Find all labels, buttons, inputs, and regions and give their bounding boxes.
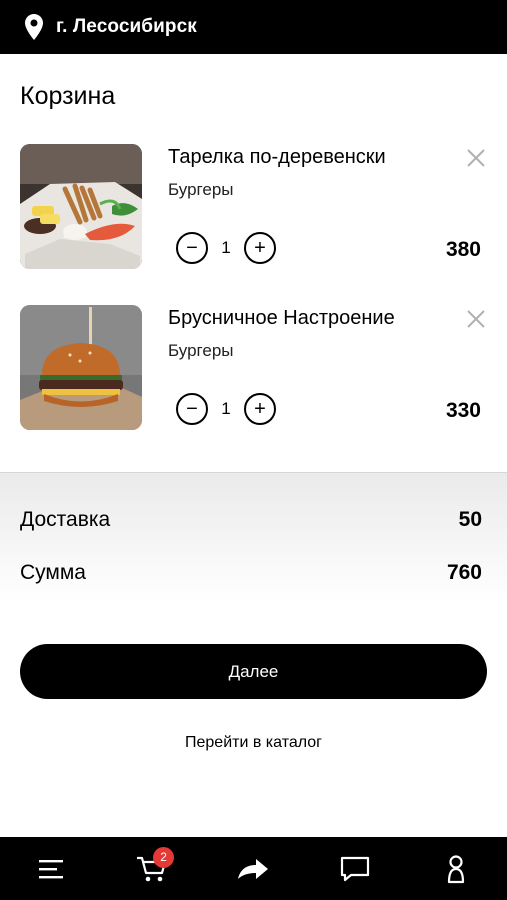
city-selector[interactable]: г. Лесосибирск [56, 16, 197, 38]
cart-item: Тарелка по-деревенски Бургеры − 1 + 380 [0, 144, 507, 274]
delivery-row: Доставка 50 [20, 508, 482, 532]
share-arrow-icon [238, 858, 269, 879]
page-title: Корзина [20, 82, 116, 110]
item-category: Бургеры [168, 341, 234, 360]
total-value: 760 [446, 561, 482, 584]
quantity-stepper: − 1 + [176, 393, 276, 425]
increase-quantity-button[interactable]: + [244, 232, 276, 264]
item-price: 380 [445, 238, 481, 261]
item-name: Тарелка по-деревенски [168, 146, 386, 168]
remove-item-button[interactable] [462, 305, 490, 333]
profile-icon [448, 854, 465, 883]
nav-share[interactable] [223, 844, 283, 894]
remove-item-button[interactable] [462, 144, 490, 172]
chat-icon [340, 856, 369, 881]
menu-icon [38, 859, 63, 878]
product-photo[interactable] [20, 305, 142, 430]
bottom-nav: 2 [0, 837, 507, 900]
nav-chat[interactable] [325, 844, 385, 894]
cart-item: Брусничное Настроение Бургеры − 1 + 330 [0, 305, 507, 435]
next-button[interactable]: Далее [20, 644, 487, 699]
item-price: 330 [445, 399, 481, 422]
location-pin-icon[interactable] [24, 13, 44, 41]
top-bar: г. Лесосибирск [0, 0, 507, 54]
product-photo[interactable] [20, 144, 142, 269]
item-name: Брусничное Настроение [168, 307, 395, 329]
nav-profile[interactable] [426, 844, 486, 894]
increase-quantity-button[interactable]: + [244, 393, 276, 425]
quantity-value: 1 [221, 238, 231, 257]
nav-menu[interactable] [21, 844, 81, 894]
total-label: Сумма [20, 561, 86, 584]
cart-count-badge: 2 [153, 846, 175, 868]
delivery-value: 50 [458, 508, 482, 531]
close-icon [467, 149, 485, 167]
delivery-label: Доставка [20, 508, 111, 531]
item-category: Бургеры [168, 180, 234, 199]
decrease-quantity-button[interactable]: − [176, 232, 208, 264]
nav-cart[interactable]: 2 [122, 844, 182, 894]
quantity-stepper: − 1 + [176, 232, 276, 264]
total-row: Сумма 760 [20, 561, 482, 585]
go-to-catalog-link[interactable]: Перейти в каталог [0, 734, 507, 752]
close-icon [467, 310, 485, 328]
quantity-value: 1 [221, 399, 231, 418]
decrease-quantity-button[interactable]: − [176, 393, 208, 425]
